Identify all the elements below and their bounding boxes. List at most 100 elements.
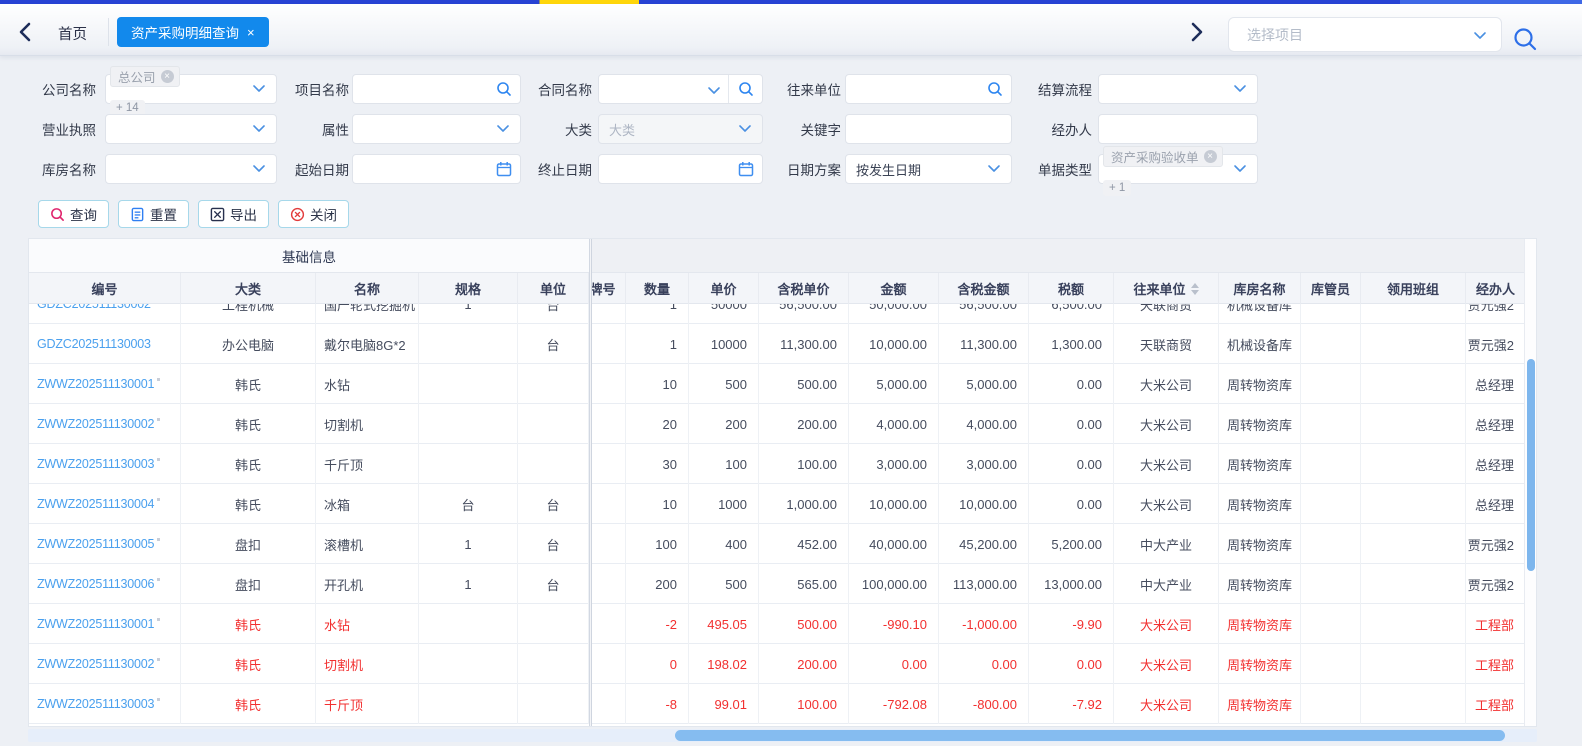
agent-input[interactable] — [1098, 114, 1258, 144]
table-cell: 水钻 — [316, 364, 419, 404]
row-id-link[interactable]: ZWWZ202511130002 — [37, 657, 154, 671]
table-cell: 周转物资库 — [1219, 564, 1301, 604]
search-icon[interactable] — [729, 75, 762, 103]
row-id-link[interactable]: ZWWZ202511130002 — [37, 417, 154, 431]
doc-type-multiselect[interactable]: 资产采购验收单 × + 1 — [1098, 146, 1258, 196]
table-cell: 工程部 — [1466, 684, 1526, 724]
row-id-link[interactable]: ZWWZ202511130001 — [37, 617, 154, 631]
tab-close-icon[interactable]: × — [247, 25, 255, 40]
export-button[interactable]: 导出 — [198, 200, 269, 228]
table-row[interactable]: ZWWZ202511130001 韩氏 水钻 10 500 500.00 5,000.00 5… — [29, 364, 1526, 404]
table-cell: 大米公司 — [1114, 484, 1219, 524]
vertical-scrollbar[interactable] — [1524, 239, 1536, 726]
column-header: 数量 — [626, 273, 689, 304]
calendar-icon[interactable] — [738, 161, 754, 177]
horizontal-scrollbar-thumb[interactable] — [675, 730, 1505, 741]
tag-remove-icon[interactable]: × — [1203, 150, 1217, 163]
table-cell: 韩氏 — [181, 404, 316, 444]
table-cell: 113,000.00 — [939, 564, 1029, 604]
field-end-date: 终止日期 — [512, 154, 763, 184]
column-header: 含税金额 — [939, 273, 1029, 304]
table-cell — [1301, 444, 1361, 484]
company-name-multiselect[interactable]: 总公司 × + 14 — [105, 66, 277, 116]
keyword-input[interactable] — [845, 114, 1012, 144]
cell-note-marker — [157, 457, 161, 461]
table-row[interactable]: ZWWZ202511130006 盘扣 开孔机 1 台 200 500 565.00 100,0… — [29, 564, 1526, 604]
end-date-input[interactable] — [598, 154, 763, 184]
table-cell — [419, 604, 518, 644]
reset-button[interactable]: 重置 — [118, 200, 189, 228]
row-id-link[interactable]: ZWWZ202511130005 — [37, 537, 154, 551]
field-attribute: 属性 — [269, 114, 521, 144]
vertical-scrollbar-thumb[interactable] — [1527, 359, 1535, 571]
category-select[interactable]: 大类 — [598, 114, 763, 144]
row-id-link[interactable]: ZWWZ202511130001 — [37, 377, 154, 391]
tabs-scroll-right-icon[interactable] — [1190, 22, 1206, 42]
project-select[interactable]: 选择项目 — [1228, 17, 1502, 52]
table-header-row: 编号 大类 名称 规格 单位 牌号 数量 单价 含税单价 金额 含税金额 税额 往来单位 库房名称 库管员领… — [29, 273, 1526, 304]
row-id-link[interactable]: ZWWZ202511130003 — [37, 697, 154, 711]
table-row[interactable]: ZWWZ202511130001 韩氏 水钻 -2 495.05 500.00 -990.1… — [29, 604, 1526, 644]
row-id-link[interactable]: GDZC202511130003 — [37, 337, 151, 351]
calendar-icon[interactable] — [496, 161, 512, 177]
table-cell: 100.00 — [759, 444, 849, 484]
table-row[interactable]: ZWWZ202511130002 韩氏 切割机 0 198.02 200.00 0.00 0.… — [29, 644, 1526, 684]
attribute-select[interactable] — [352, 114, 521, 144]
query-button[interactable]: 查询 — [38, 200, 109, 228]
table-row[interactable]: ZWWZ202511130003 韩氏 千斤顶 -8 99.01 100.00 -792.0… — [29, 684, 1526, 724]
table-row[interactable]: ZWWZ202511130004 韩氏 冰箱台台 10 1000 1,000.00 10,0… — [29, 484, 1526, 524]
table-cell — [1301, 304, 1361, 324]
date-scheme-label: 日期方案 — [787, 163, 841, 178]
table-cell: 200 — [626, 564, 689, 604]
table-cell — [589, 644, 626, 684]
partner-input[interactable] — [845, 74, 1012, 104]
table-row[interactable]: ZWWZ202511130005 盘扣 滚槽机 1 台 100 400 452.00 40,00… — [29, 524, 1526, 564]
table-cell: 4,000.00 — [939, 404, 1029, 444]
table-cell: 0.00 — [1029, 644, 1114, 684]
column-header[interactable]: 往来单位 — [1114, 273, 1219, 304]
table-cell — [419, 404, 518, 444]
contract-name-select[interactable] — [598, 74, 763, 104]
business-license-select[interactable] — [105, 114, 277, 144]
table-row[interactable]: ZWWZ202511130002 韩氏 切割机 20 200 200.00 4,000.00… — [29, 404, 1526, 444]
column-header: 牌号 — [589, 273, 626, 304]
tabs-scroll-left-icon[interactable] — [18, 22, 34, 42]
table-cell: 周转物资库 — [1219, 444, 1301, 484]
horizontal-scrollbar[interactable] — [28, 729, 1537, 742]
row-id-link[interactable]: ZWWZ202511130006 — [37, 577, 154, 591]
tab-asset-purchase-query[interactable]: 资产采购明细查询 × — [117, 17, 269, 47]
table-row[interactable]: GDZC202511130002 工程机械 国产轮式挖掘机 1 台 1 50000 56,50… — [29, 304, 1526, 324]
project-name-input[interactable] — [352, 74, 521, 104]
table-cell: 13,000.00 — [1029, 564, 1114, 604]
table-row[interactable]: GDZC202511130003 办公电脑 戴尔电脑8G*2 台 1 10000 11,30… — [29, 324, 1526, 364]
table-cell: 中大产业 — [1114, 524, 1219, 564]
tab-home[interactable]: 首页 — [58, 23, 87, 44]
frozen-pane-divider — [589, 239, 592, 726]
table-cell — [589, 324, 626, 364]
row-id-link[interactable]: GDZC202511130002 — [37, 304, 151, 311]
close-button[interactable]: 关闭 — [278, 200, 349, 228]
table-cell: -990.10 — [849, 604, 939, 644]
row-id-link[interactable]: ZWWZ202511130003 — [37, 457, 154, 471]
date-scheme-select[interactable]: 按发生日期 — [845, 154, 1012, 184]
category-label: 大类 — [565, 123, 592, 138]
table-cell: 50000 — [689, 304, 759, 324]
table-row[interactable]: ZWWZ202511130003 韩氏 千斤顶 30 100 100.00 3,000.00… — [29, 444, 1526, 484]
start-date-input[interactable] — [352, 154, 521, 184]
cell-note-marker — [157, 617, 161, 621]
global-search-icon[interactable] — [1512, 26, 1538, 52]
table-cell: 495.05 — [689, 604, 759, 644]
column-header: 名称 — [316, 273, 419, 304]
group-header-basic-info: 基础信息 — [29, 239, 589, 273]
table-cell: 10000 — [689, 324, 759, 364]
table-cell: 40,000.00 — [849, 524, 939, 564]
table-cell — [1301, 364, 1361, 404]
warehouse-name-select[interactable] — [105, 154, 277, 184]
settlement-flow-select[interactable] — [1098, 74, 1258, 104]
tag-remove-icon[interactable]: × — [160, 70, 174, 83]
search-icon[interactable] — [987, 81, 1003, 97]
doc-type-label: 单据类型 — [1038, 163, 1092, 178]
search-icon[interactable] — [496, 81, 512, 97]
sort-icon[interactable] — [1190, 282, 1199, 295]
row-id-link[interactable]: ZWWZ202511130004 — [37, 497, 154, 511]
